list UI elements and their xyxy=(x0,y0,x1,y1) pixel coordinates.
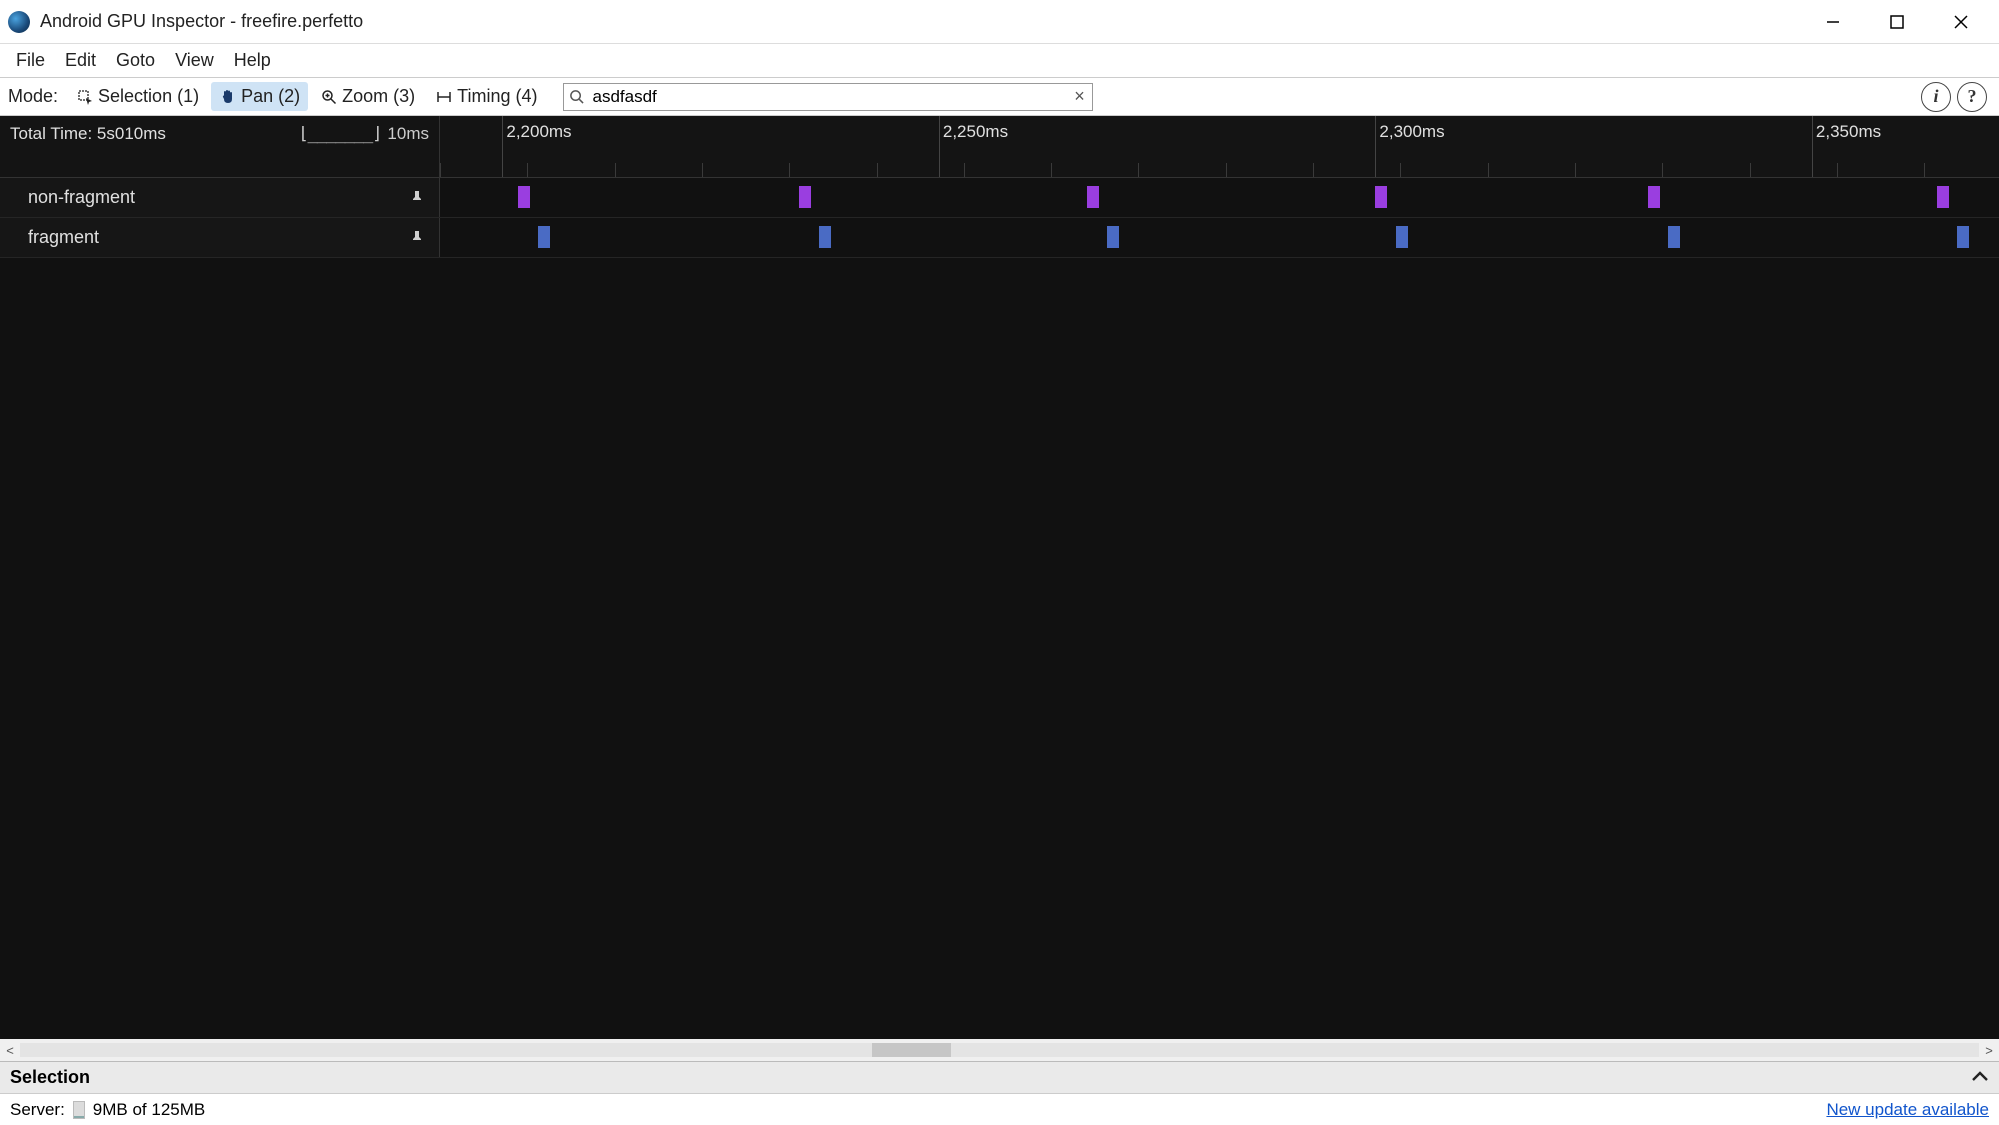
timeline-block[interactable] xyxy=(1937,186,1949,208)
titlebar: Android GPU Inspector - freefire.perfett… xyxy=(0,0,1999,44)
track-label[interactable]: fragment xyxy=(0,218,440,257)
scale-indicator: ⌊_______⌋ 10ms xyxy=(298,124,429,144)
timing-icon xyxy=(435,88,453,106)
ruler-tick-label: 2,200ms xyxy=(506,122,571,142)
menu-view[interactable]: View xyxy=(165,46,224,75)
pin-icon[interactable] xyxy=(409,230,425,246)
scroll-right-arrow[interactable]: > xyxy=(1979,1043,1999,1058)
total-time-label: Total Time: 5s010ms xyxy=(10,124,166,144)
ruler-tick-label: 2,300ms xyxy=(1379,122,1444,142)
track-label[interactable]: non-fragment xyxy=(0,178,440,217)
memory-gauge xyxy=(73,1101,85,1119)
timeline-block[interactable] xyxy=(1668,226,1680,248)
timeline-block[interactable] xyxy=(1648,186,1660,208)
timeline-block[interactable] xyxy=(1375,186,1387,208)
track-lane[interactable] xyxy=(440,218,1999,257)
scale-value: 10ms xyxy=(387,124,429,144)
timeline-block[interactable] xyxy=(1087,186,1099,208)
tool-selection[interactable]: Selection (1) xyxy=(68,82,207,111)
window-controls xyxy=(1815,8,1991,36)
menu-edit[interactable]: Edit xyxy=(55,46,106,75)
scroll-left-arrow[interactable]: < xyxy=(0,1043,20,1058)
tracks: non-fragmentfragment xyxy=(0,178,1999,258)
track-lane[interactable] xyxy=(440,178,1999,217)
timeline-ruler: Total Time: 5s010ms ⌊_______⌋ 10ms 2,200… xyxy=(0,116,1999,178)
ruler-tick-label: 2,250ms xyxy=(943,122,1008,142)
tool-pan[interactable]: Pan (2) xyxy=(211,82,308,111)
timeline-block[interactable] xyxy=(538,226,550,248)
update-link[interactable]: New update available xyxy=(1826,1100,1989,1120)
menu-file[interactable]: File xyxy=(6,46,55,75)
timeline-block[interactable] xyxy=(799,186,811,208)
search-box: × xyxy=(563,83,1093,111)
tool-timing[interactable]: Timing (4) xyxy=(427,82,545,111)
timeline-block[interactable] xyxy=(819,226,831,248)
search-input[interactable] xyxy=(588,85,1066,109)
app-icon xyxy=(8,11,30,33)
menu-help[interactable]: Help xyxy=(224,46,281,75)
ruler-tick-label: 2,350ms xyxy=(1816,122,1881,142)
memory-text: 9MB of 125MB xyxy=(93,1100,205,1120)
menubar: FileEditGotoViewHelp xyxy=(0,44,1999,78)
maximize-button[interactable] xyxy=(1879,8,1915,36)
scroll-thumb[interactable] xyxy=(872,1043,950,1057)
selection-panel: Selection xyxy=(0,1061,1999,1093)
pan-icon xyxy=(219,88,237,106)
scroll-track[interactable] xyxy=(20,1043,1979,1057)
selection-panel-title: Selection xyxy=(10,1067,90,1088)
zoom-icon xyxy=(320,88,338,106)
timeline-block[interactable] xyxy=(1107,226,1119,248)
menu-goto[interactable]: Goto xyxy=(106,46,165,75)
mode-label: Mode: xyxy=(8,86,58,107)
toolbar: Mode: Selection (1)Pan (2)Zoom (3)Timing… xyxy=(0,78,1999,116)
info-button[interactable]: i xyxy=(1921,82,1951,112)
search-icon xyxy=(564,89,588,104)
tool-zoom[interactable]: Zoom (3) xyxy=(312,82,423,111)
search-clear-icon[interactable]: × xyxy=(1066,86,1092,107)
statusbar: Server: 9MB of 125MB New update availabl… xyxy=(0,1093,1999,1125)
timeline-block[interactable] xyxy=(518,186,530,208)
pin-icon[interactable] xyxy=(409,190,425,206)
selection-icon xyxy=(76,88,94,106)
track-row[interactable]: fragment xyxy=(0,218,1999,258)
timeline: Total Time: 5s010ms ⌊_______⌋ 10ms 2,200… xyxy=(0,116,1999,1039)
selection-collapse-icon[interactable] xyxy=(1971,1067,1989,1088)
timeline-block[interactable] xyxy=(1957,226,1969,248)
minimize-button[interactable] xyxy=(1815,8,1851,36)
timeline-block[interactable] xyxy=(1396,226,1408,248)
server-label: Server: xyxy=(10,1100,65,1120)
window-title: Android GPU Inspector - freefire.perfett… xyxy=(40,11,1815,32)
horizontal-scrollbar[interactable]: < > xyxy=(0,1039,1999,1061)
help-button[interactable]: ? xyxy=(1957,82,1987,112)
timeline-body[interactable] xyxy=(0,258,1999,1039)
close-button[interactable] xyxy=(1943,8,1979,36)
track-row[interactable]: non-fragment xyxy=(0,178,1999,218)
